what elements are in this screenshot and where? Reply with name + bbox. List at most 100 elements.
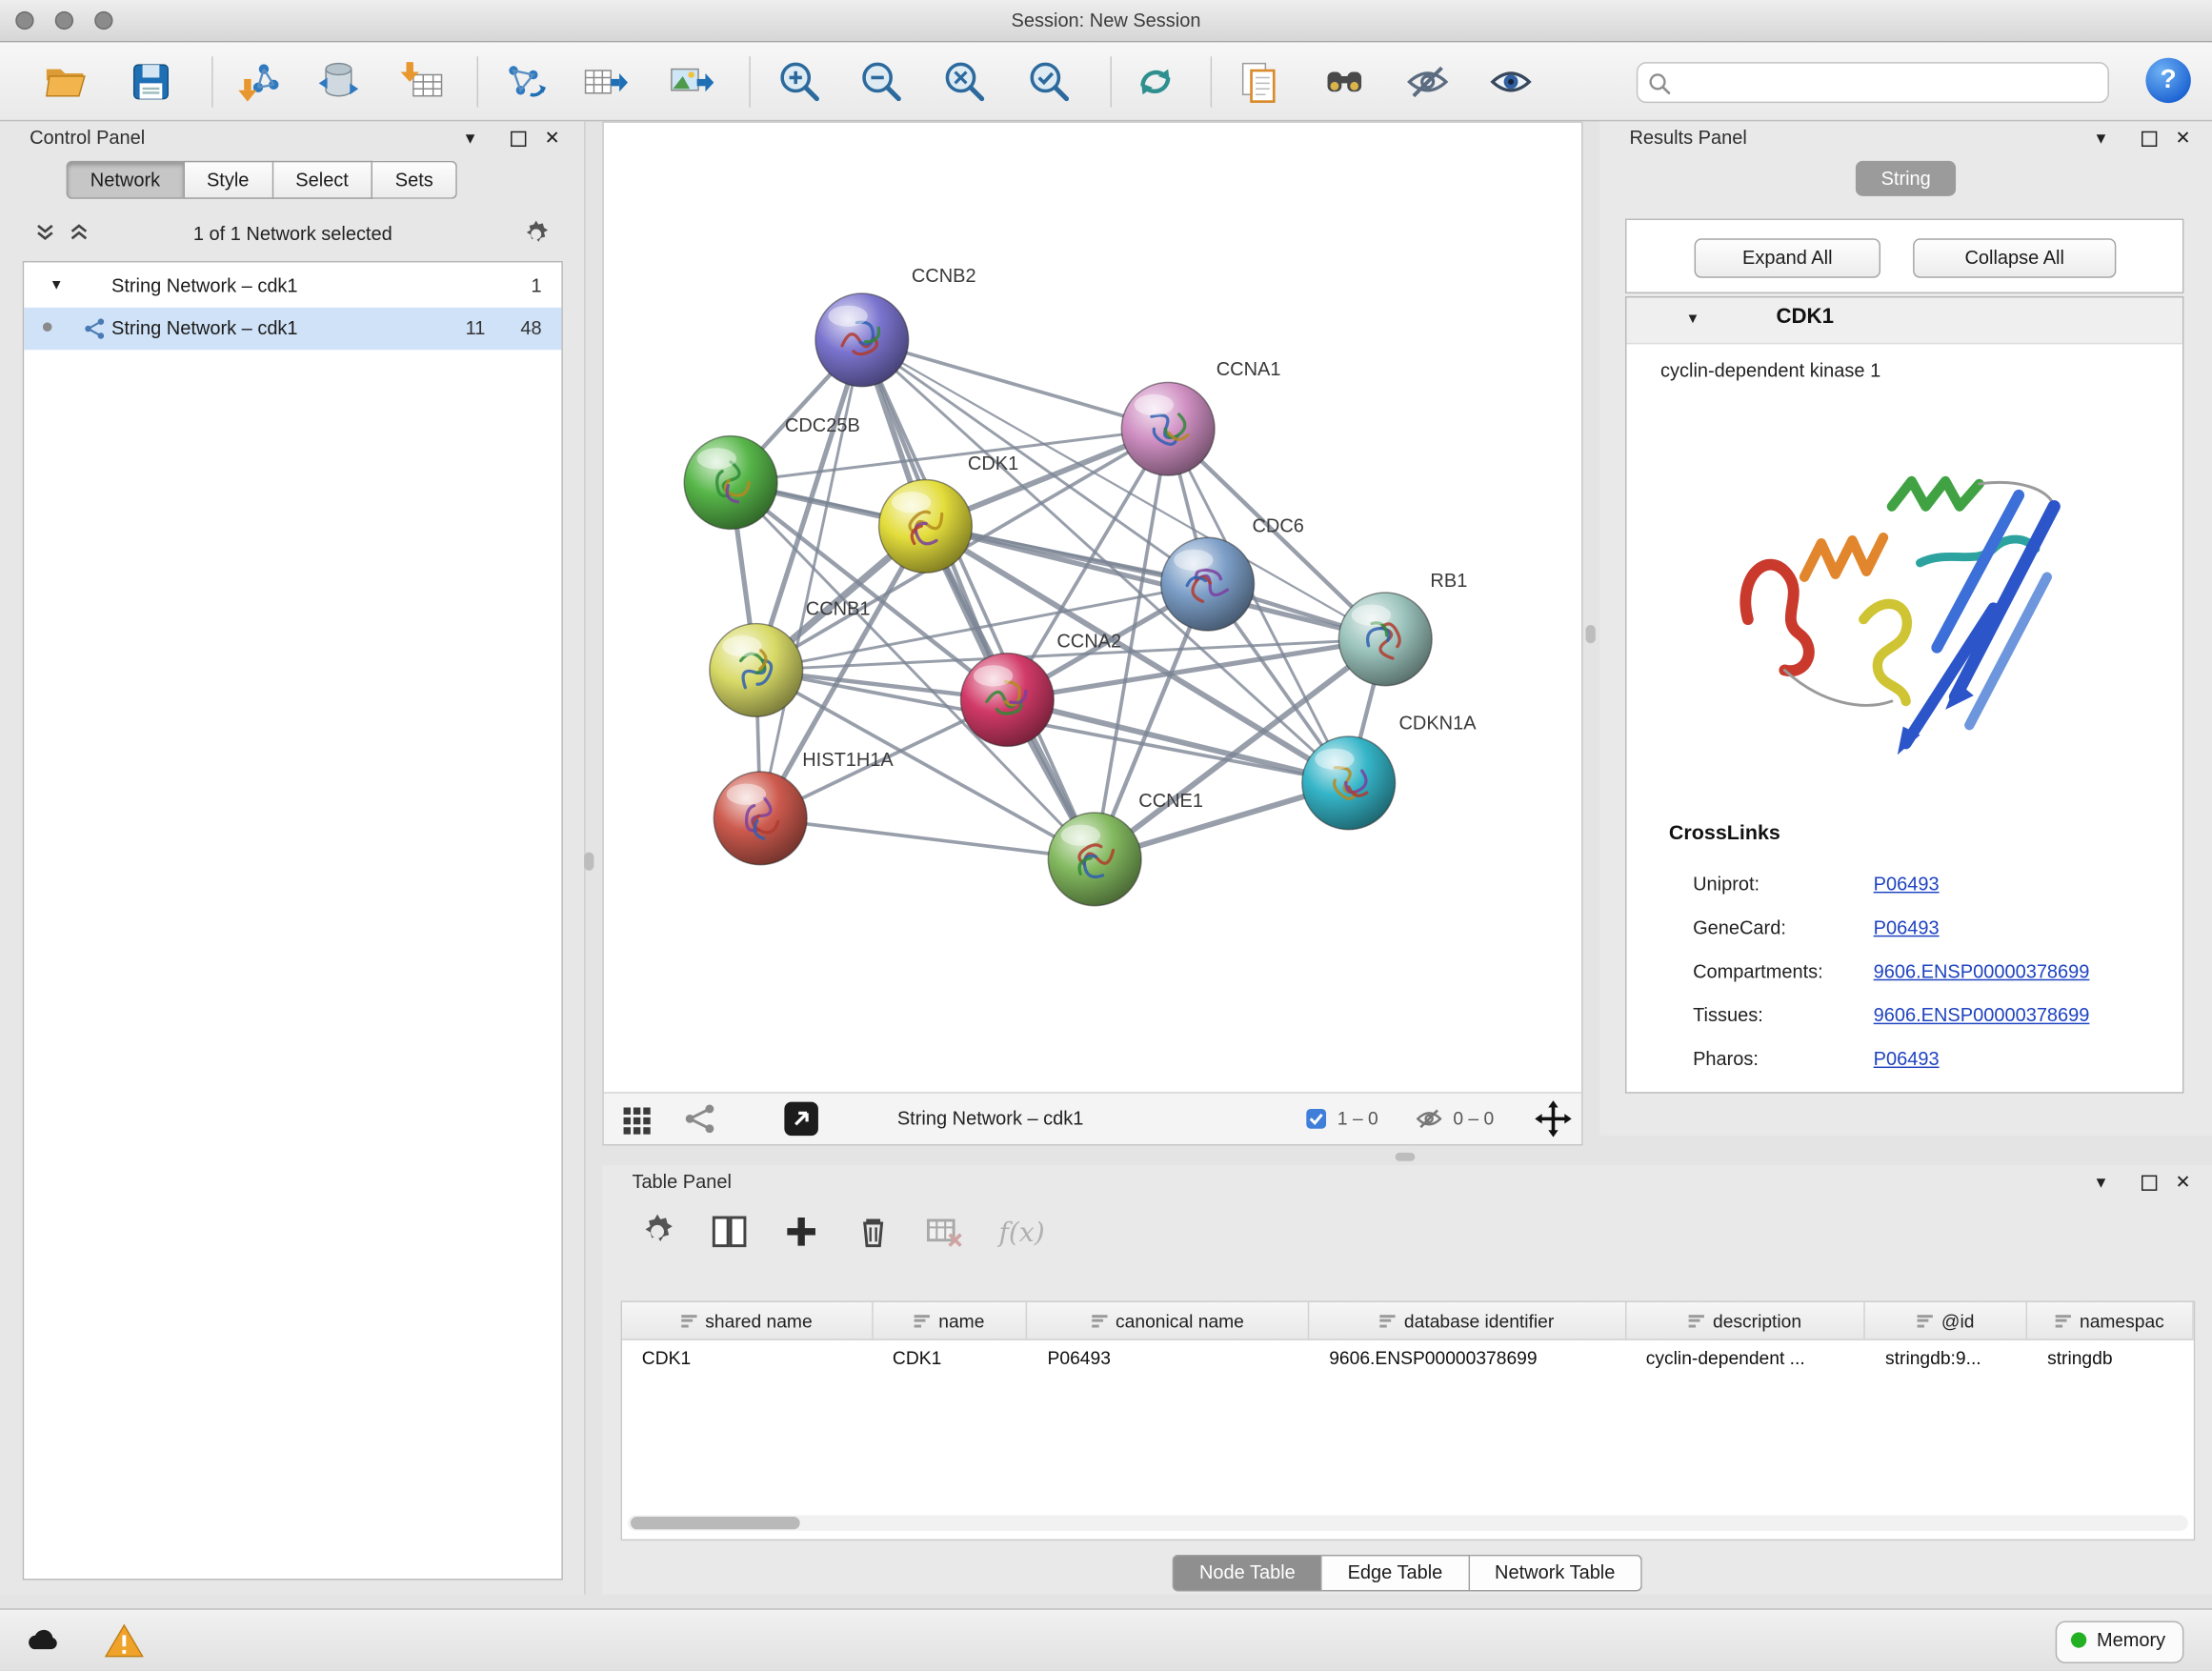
network-node-HIST1H1A[interactable]: HIST1H1A xyxy=(714,750,894,865)
node-count: 11 xyxy=(437,308,485,350)
delete-column-icon[interactable] xyxy=(854,1212,895,1254)
horizontal-splitter[interactable] xyxy=(1396,1153,1416,1161)
tab-edge-table[interactable]: Edge Table xyxy=(1322,1555,1469,1592)
import-network-from-database-button[interactable] xyxy=(314,58,362,106)
import-network-from-file-button[interactable] xyxy=(234,58,282,106)
results-panel-title: Results Panel xyxy=(1629,127,1746,148)
tab-sets[interactable]: Sets xyxy=(372,161,457,199)
memory-status-dot xyxy=(2071,1632,2086,1647)
zoom-out-button[interactable] xyxy=(857,58,905,106)
column-header-namespac[interactable]: namespac xyxy=(2027,1302,2193,1339)
maximize-panel-icon[interactable] xyxy=(511,130,526,152)
cloud-icon[interactable] xyxy=(23,1621,62,1661)
tab-node-table[interactable]: Node Table xyxy=(1173,1555,1322,1592)
gene-section-header[interactable]: ▼ CDK1 xyxy=(1626,297,2182,344)
network-bullet-icon: ● xyxy=(41,306,53,348)
network-node-CDK1[interactable]: CDK1 xyxy=(879,453,1019,573)
main-toolbar: ? xyxy=(0,42,2212,121)
network-node-CCNB2[interactable]: CCNB2 xyxy=(815,266,976,387)
save-session-button[interactable] xyxy=(127,58,174,106)
maximize-panel-icon[interactable] xyxy=(2142,1174,2157,1197)
tab-string[interactable]: String xyxy=(1856,161,1957,196)
float-panel-icon[interactable]: ▾ xyxy=(466,127,475,150)
node-label-CDC25B: CDC25B xyxy=(785,415,860,436)
crosslink-link[interactable]: P06493 xyxy=(1874,906,1940,950)
disclosure-triangle-icon[interactable]: ▼ xyxy=(50,265,64,307)
apply-layout-button[interactable] xyxy=(1132,58,1179,106)
crosslink-link[interactable]: 9606.ENSP00000378699 xyxy=(1874,950,2090,994)
table-cell: stringdb:9... xyxy=(1865,1340,2027,1378)
table-options-gear-icon[interactable] xyxy=(637,1212,679,1254)
column-header-description[interactable]: description xyxy=(1626,1302,1865,1339)
column-header-canonical-name[interactable]: canonical name xyxy=(1028,1302,1310,1339)
network-node-CDKN1A[interactable]: CDKN1A xyxy=(1302,714,1477,830)
show-all-button[interactable] xyxy=(1487,58,1535,106)
tab-network-table[interactable]: Network Table xyxy=(1469,1555,1641,1592)
crosslink-row: Pharos:P06493 xyxy=(1626,1037,2182,1080)
new-network-button[interactable] xyxy=(499,58,547,106)
vertical-splitter[interactable] xyxy=(1586,625,1596,643)
crosslink-link[interactable]: 9606.ENSP00000378699 xyxy=(1874,994,2090,1037)
open-session-button[interactable] xyxy=(41,58,89,106)
network-edge-CCNB2-HIST1H1A[interactable] xyxy=(760,340,862,818)
network-edge-HIST1H1A-CCNE1[interactable] xyxy=(760,818,1095,859)
warning-icon[interactable] xyxy=(105,1621,144,1661)
crosslink-link[interactable]: P06493 xyxy=(1874,1037,1940,1080)
network-graph[interactable]: CCNB2CCNA1CDC25BCDK1CDC6RB1CCNB1CCNA2CDK… xyxy=(604,123,1581,1092)
network-row-selected[interactable]: ● String Network – cdk1 11 48 xyxy=(24,308,561,350)
crosslink-link[interactable]: P06493 xyxy=(1874,862,1940,906)
detach-view-button[interactable] xyxy=(783,1100,820,1137)
table-row[interactable]: CDK1CDK1P064939606.ENSP00000378699cyclin… xyxy=(622,1340,2194,1378)
search-input[interactable] xyxy=(1678,67,2100,101)
close-panel-icon[interactable]: ✕ xyxy=(2176,127,2191,150)
import-table-from-file-button[interactable] xyxy=(401,58,449,106)
network-edge-CDK1-RB1[interactable] xyxy=(925,526,1385,638)
close-panel-icon[interactable]: ✕ xyxy=(545,127,560,150)
paste-document-button[interactable] xyxy=(1235,58,1282,106)
zoom-in-button[interactable] xyxy=(775,58,823,106)
help-button[interactable]: ? xyxy=(2145,58,2190,103)
column-header--id[interactable]: @id xyxy=(1865,1302,2027,1339)
column-header-name[interactable]: name xyxy=(873,1302,1028,1339)
maximize-panel-icon[interactable] xyxy=(2142,130,2157,152)
show-columns-icon[interactable] xyxy=(710,1212,752,1254)
disclosure-triangle-icon[interactable]: ▼ xyxy=(1686,312,1700,327)
pan-crosshair-icon[interactable] xyxy=(1535,1100,1572,1137)
grid-view-icon[interactable] xyxy=(621,1102,655,1137)
hidden-eye-icon[interactable] xyxy=(1417,1108,1442,1131)
export-image-button[interactable] xyxy=(666,58,714,106)
selected-checkbox-icon[interactable] xyxy=(1305,1108,1328,1131)
network-edge-CCNB2-CCNE1[interactable] xyxy=(862,340,1095,859)
column-header-shared-name[interactable]: shared name xyxy=(622,1302,873,1339)
column-header-label: @id xyxy=(1941,1310,1975,1331)
scrollbar-thumb[interactable] xyxy=(631,1517,800,1529)
zoom-selected-button[interactable] xyxy=(1026,58,1074,106)
network-overview-icon[interactable] xyxy=(683,1102,717,1137)
node-label-CCNA2: CCNA2 xyxy=(1056,632,1121,653)
tab-style[interactable]: Style xyxy=(184,161,272,199)
search-network-button[interactable] xyxy=(1320,58,1368,106)
network-collection-row[interactable]: ▼ String Network – cdk1 1 xyxy=(24,265,561,307)
network-node-CCNB1[interactable]: CCNB1 xyxy=(710,599,871,717)
float-panel-icon[interactable]: ▾ xyxy=(2097,127,2106,150)
function-builder-icon: f(x) xyxy=(998,1212,1060,1254)
zoom-fit-button[interactable] xyxy=(941,58,989,106)
crosslink-label: Uniprot: xyxy=(1693,862,1760,906)
vertical-splitter[interactable] xyxy=(584,852,593,870)
float-panel-icon[interactable]: ▾ xyxy=(2097,1171,2106,1194)
collapse-all-button[interactable]: Collapse All xyxy=(1913,238,2116,277)
export-network-button[interactable] xyxy=(580,58,628,106)
network-node-CCNA1[interactable]: CCNA1 xyxy=(1121,359,1280,475)
create-column-icon[interactable] xyxy=(781,1212,823,1254)
memory-button[interactable]: Memory xyxy=(2056,1621,2183,1663)
column-header-database-identifier[interactable]: database identifier xyxy=(1309,1302,1626,1339)
hide-selected-button[interactable] xyxy=(1403,58,1451,106)
column-sort-icon xyxy=(915,1314,930,1326)
network-options-gear-icon[interactable] xyxy=(520,219,552,251)
network-edge-CCNB2-CCNA1[interactable] xyxy=(862,340,1168,429)
tab-select[interactable]: Select xyxy=(273,161,372,199)
close-panel-icon[interactable]: ✕ xyxy=(2176,1171,2191,1194)
network-node-RB1[interactable]: RB1 xyxy=(1338,571,1467,686)
tab-network[interactable]: Network xyxy=(67,161,185,199)
expand-all-button[interactable]: Expand All xyxy=(1695,238,1880,277)
